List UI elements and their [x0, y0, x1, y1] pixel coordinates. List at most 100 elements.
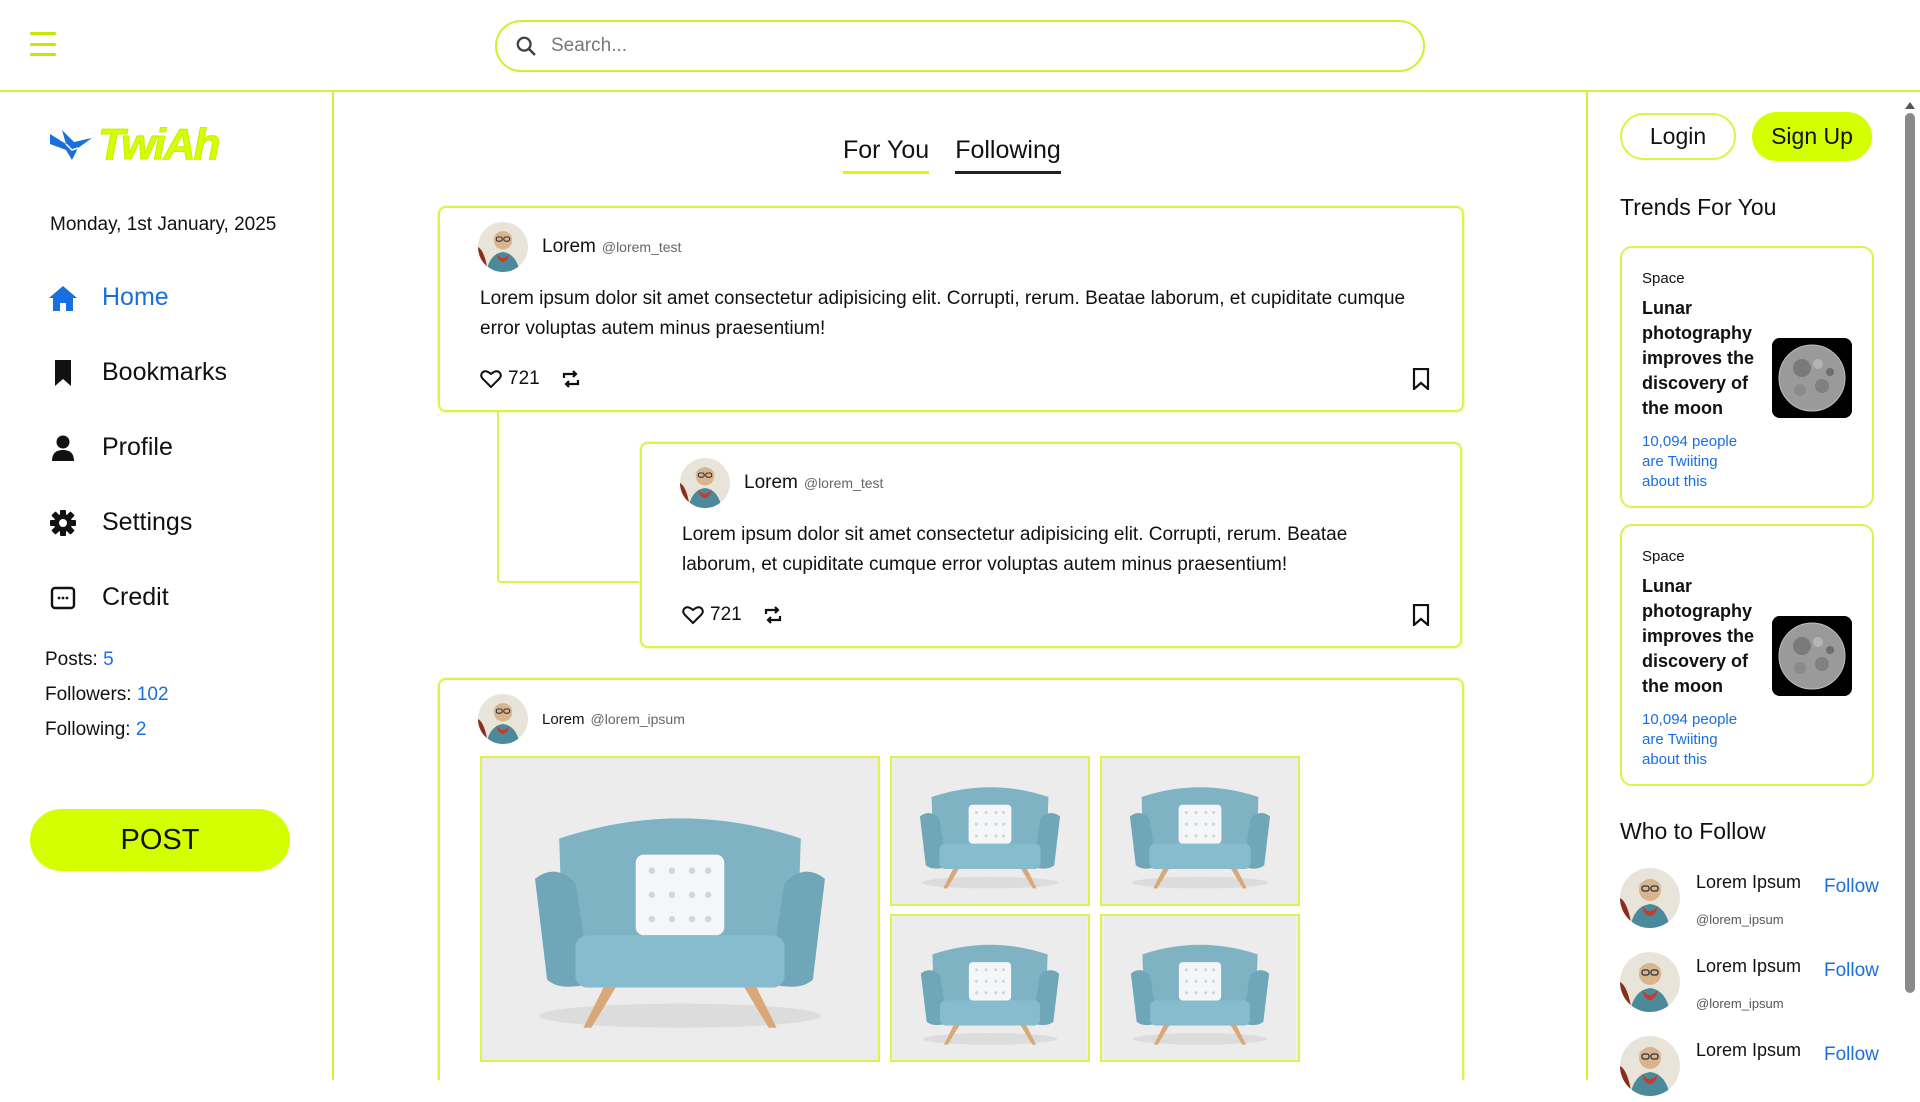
follow-button[interactable]: Follow — [1824, 1044, 1879, 1066]
avatar[interactable] — [478, 694, 528, 744]
post-image[interactable] — [890, 914, 1090, 1062]
who-to-follow-title: Who to Follow — [1620, 818, 1766, 844]
post-card[interactable]: Lorem @lorem_test Lorem ipsum dolor sit … — [438, 206, 1464, 412]
post-header: Lorem @lorem_ipsum — [478, 694, 685, 744]
credit-card-icon — [48, 583, 78, 613]
thread-connector — [497, 412, 639, 583]
feed-tabs: For You Following — [843, 136, 1061, 174]
follow-button[interactable]: Follow — [1824, 876, 1879, 898]
trend-title: Lunar photography improves the discovery… — [1642, 576, 1755, 696]
post-card[interactable]: Lorem @lorem_test Lorem ipsum dolor sit … — [640, 442, 1462, 648]
moon-image — [1772, 616, 1852, 696]
follow-handle: @lorem_ipsum — [1696, 996, 1784, 1011]
sidebar-nav: Home Bookmarks Profile Settings Credit — [48, 260, 227, 635]
sidebar-item-profile[interactable]: Profile — [48, 410, 227, 485]
post-author-name[interactable]: Lorem — [542, 236, 596, 258]
tab-for-you[interactable]: For You — [843, 136, 930, 174]
post-author-name[interactable]: Lorem — [542, 711, 585, 728]
logo-text: TwiAh — [97, 120, 220, 170]
search-icon — [516, 36, 536, 56]
bookmark-icon[interactable] — [1412, 603, 1430, 631]
avatar[interactable] — [1620, 1036, 1680, 1096]
post-actions: 721 — [480, 368, 582, 390]
trend-category: Space — [1642, 548, 1685, 565]
post-button[interactable]: POST — [30, 809, 290, 871]
main-feed: For You Following Lorem @lorem_test Lore… — [336, 92, 1566, 1080]
signup-button[interactable]: Sign Up — [1752, 112, 1872, 161]
search-input[interactable] — [551, 35, 1371, 57]
sidebar-item-label: Profile — [102, 433, 173, 461]
right-sidebar: Login Sign Up Trends For You Space Lunar… — [1586, 92, 1920, 1096]
home-icon — [48, 283, 78, 313]
trend-count[interactable]: 10,094 people are Twiiting about this — [1642, 432, 1752, 492]
post-author-name[interactable]: Lorem — [744, 472, 798, 494]
follow-suggestion: Lorem Ipsum @lorem_ipsum Follow — [1620, 948, 1880, 1018]
like-count: 721 — [508, 368, 540, 389]
trend-card[interactable]: Space Lunar photography improves the dis… — [1620, 524, 1874, 786]
sidebar-item-label: Bookmarks — [102, 358, 228, 386]
search-bar[interactable] — [495, 20, 1425, 72]
post-author-handle[interactable]: @lorem_test — [602, 239, 682, 255]
avatar[interactable] — [1620, 952, 1680, 1012]
posts-count: 5 — [103, 649, 114, 670]
sidebar-item-label: Home — [102, 283, 169, 311]
avatar[interactable] — [1620, 868, 1680, 928]
following-count: 2 — [135, 719, 147, 740]
follow-button[interactable]: Follow — [1824, 960, 1879, 982]
profile-stats: Posts: 5 Followers: 102 Following: 2 — [45, 642, 169, 747]
followers-count: 102 — [136, 684, 169, 705]
sidebar-item-credit[interactable]: Credit — [48, 560, 227, 635]
sidebar-item-label: Credit — [102, 583, 169, 611]
follow-suggestion: Lorem Ipsum Follow — [1620, 1032, 1880, 1102]
post-header: Lorem @lorem_test — [478, 222, 681, 272]
posts-stat[interactable]: Posts: 5 — [45, 642, 169, 677]
sidebar-item-label: Settings — [102, 508, 193, 536]
user-icon — [48, 433, 78, 463]
logo[interactable]: TwiAh — [48, 120, 221, 170]
followers-stat[interactable]: Followers: 102 — [45, 677, 169, 712]
post-image[interactable] — [1100, 914, 1300, 1062]
post-author-handle[interactable]: @lorem_test — [804, 475, 884, 491]
trend-count[interactable]: 10,094 people are Twiiting about this — [1642, 710, 1752, 770]
bird-logo-icon — [50, 130, 92, 160]
gear-icon — [48, 508, 78, 538]
hamburger-menu-icon[interactable] — [30, 32, 56, 56]
post-image[interactable] — [890, 756, 1090, 906]
follow-name[interactable]: Lorem Ipsum — [1696, 956, 1801, 977]
moon-image — [1772, 338, 1852, 418]
avatar[interactable] — [478, 222, 528, 272]
bookmark-icon — [48, 358, 78, 388]
post-card[interactable]: Lorem @lorem_ipsum — [438, 678, 1464, 1080]
trend-card[interactable]: Space Lunar photography improves the dis… — [1620, 246, 1874, 508]
sidebar-scrollbar[interactable] — [1904, 98, 1916, 993]
sidebar-item-bookmarks[interactable]: Bookmarks — [48, 335, 227, 410]
post-image[interactable] — [1100, 756, 1300, 906]
sidebar-item-settings[interactable]: Settings — [48, 485, 227, 560]
trend-title: Lunar photography improves the discovery… — [1642, 298, 1755, 418]
follow-name[interactable]: Lorem Ipsum — [1696, 1040, 1801, 1061]
heart-icon[interactable] — [480, 369, 502, 389]
login-button[interactable]: Login — [1620, 113, 1736, 160]
post-actions: 721 — [682, 604, 784, 626]
post-image[interactable] — [480, 756, 880, 1062]
left-sidebar: TwiAh Monday, 1st January, 2025 Home Boo… — [0, 92, 334, 1080]
avatar[interactable] — [680, 458, 730, 508]
current-date: Monday, 1st January, 2025 — [50, 214, 277, 235]
bookmark-icon[interactable] — [1412, 367, 1430, 395]
sidebar-item-home[interactable]: Home — [48, 260, 227, 335]
retweet-icon[interactable] — [762, 605, 784, 625]
top-bar — [0, 0, 1920, 92]
trend-category: Space — [1642, 270, 1685, 287]
post-header: Lorem @lorem_test — [680, 458, 883, 508]
tab-following[interactable]: Following — [955, 136, 1061, 174]
follow-name[interactable]: Lorem Ipsum — [1696, 872, 1801, 893]
post-author-handle[interactable]: @lorem_ipsum — [591, 711, 685, 727]
post-text: Lorem ipsum dolor sit amet consectetur a… — [480, 288, 1406, 339]
retweet-icon[interactable] — [560, 369, 582, 389]
trends-title: Trends For You — [1620, 194, 1777, 220]
follow-suggestion: Lorem Ipsum @lorem_ipsum Follow — [1620, 864, 1880, 934]
post-text: Lorem ipsum dolor sit amet consectetur a… — [682, 524, 1348, 575]
following-stat[interactable]: Following: 2 — [45, 712, 169, 747]
like-count: 721 — [710, 604, 742, 625]
heart-icon[interactable] — [682, 605, 704, 625]
